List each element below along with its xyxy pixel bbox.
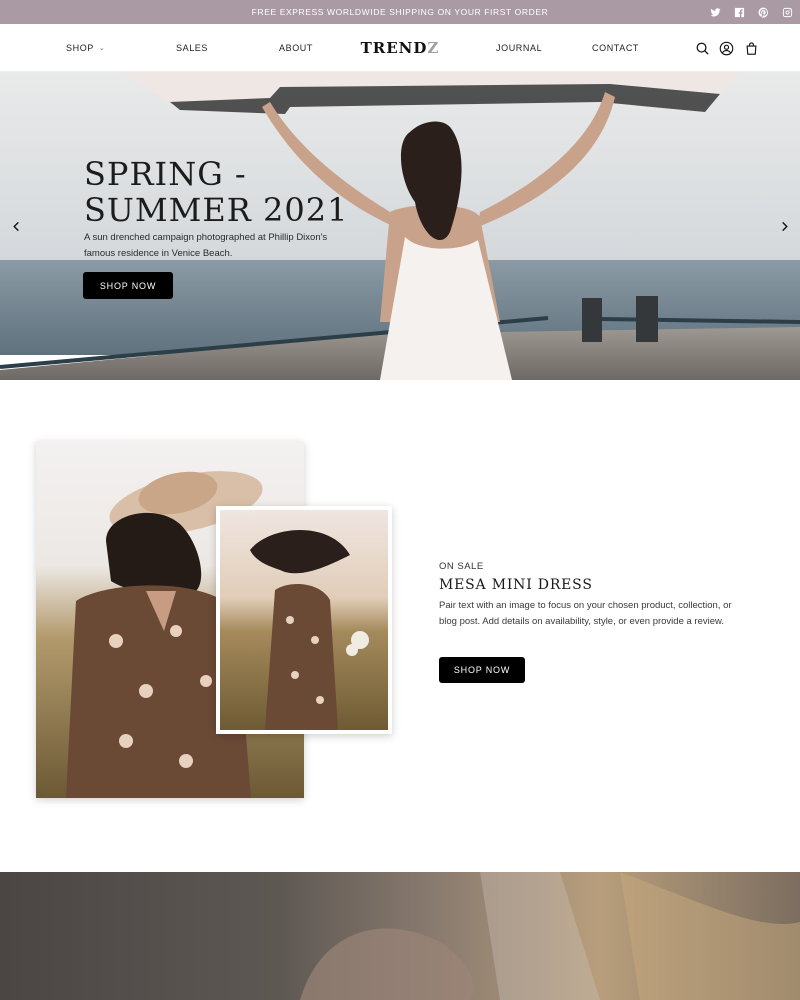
hero-title: SPRING - SUMMER 2021: [84, 156, 348, 228]
cart-icon[interactable]: [741, 38, 761, 58]
slide-prev-arrow-icon[interactable]: [8, 218, 24, 234]
hero-subtitle: A sun drenched campaign photographed at …: [84, 232, 328, 259]
nav-contact[interactable]: CONTACT: [592, 24, 639, 72]
nav-shop-label: SHOP: [66, 43, 94, 53]
announcement-text: FREE EXPRESS WORLDWIDE SHIPPING ON YOUR …: [251, 7, 549, 17]
twitter-icon[interactable]: [708, 5, 722, 19]
site-logo[interactable]: TREND Z: [340, 24, 460, 72]
product-eyebrow: ON SALE: [439, 561, 484, 572]
product-shop-now-button[interactable]: SHOP NOW: [439, 657, 525, 683]
hero-title-line1: SPRING -: [84, 155, 247, 193]
chevron-down-icon: ⌄: [98, 45, 106, 52]
instagram-icon[interactable]: [780, 5, 794, 19]
hero-shop-now-button[interactable]: SHOP NOW: [83, 272, 173, 299]
product-title: MESA MINI DRESS: [439, 577, 593, 593]
slide-next-arrow-icon[interactable]: [776, 218, 792, 234]
nav-journal[interactable]: JOURNAL: [496, 24, 542, 72]
product-description: Pair text with an image to focus on your…: [439, 600, 732, 627]
hero-slideshow: SPRING - SUMMER 2021 A sun drenched camp…: [0, 72, 800, 380]
bottom-banner-image: [0, 872, 800, 1000]
social-links: [708, 0, 794, 24]
hero-title-line2: SUMMER 2021: [84, 191, 349, 229]
search-icon[interactable]: [692, 38, 712, 58]
nav-shop[interactable]: SHOP ⌄: [66, 24, 105, 72]
logo-text: TREND: [360, 39, 428, 57]
facebook-icon[interactable]: [732, 5, 746, 19]
site-header: SHOP ⌄ SALES ABOUT TREND Z JOURNAL CONTAC…: [0, 24, 800, 72]
product-image-secondary: [216, 506, 392, 734]
announcement-bar: FREE EXPRESS WORLDWIDE SHIPPING ON YOUR …: [0, 0, 800, 24]
pinterest-icon[interactable]: [756, 5, 770, 19]
account-icon[interactable]: [716, 38, 736, 58]
nav-sales[interactable]: SALES: [176, 24, 208, 72]
logo-accent: Z: [427, 39, 440, 57]
nav-about[interactable]: ABOUT: [279, 24, 313, 72]
